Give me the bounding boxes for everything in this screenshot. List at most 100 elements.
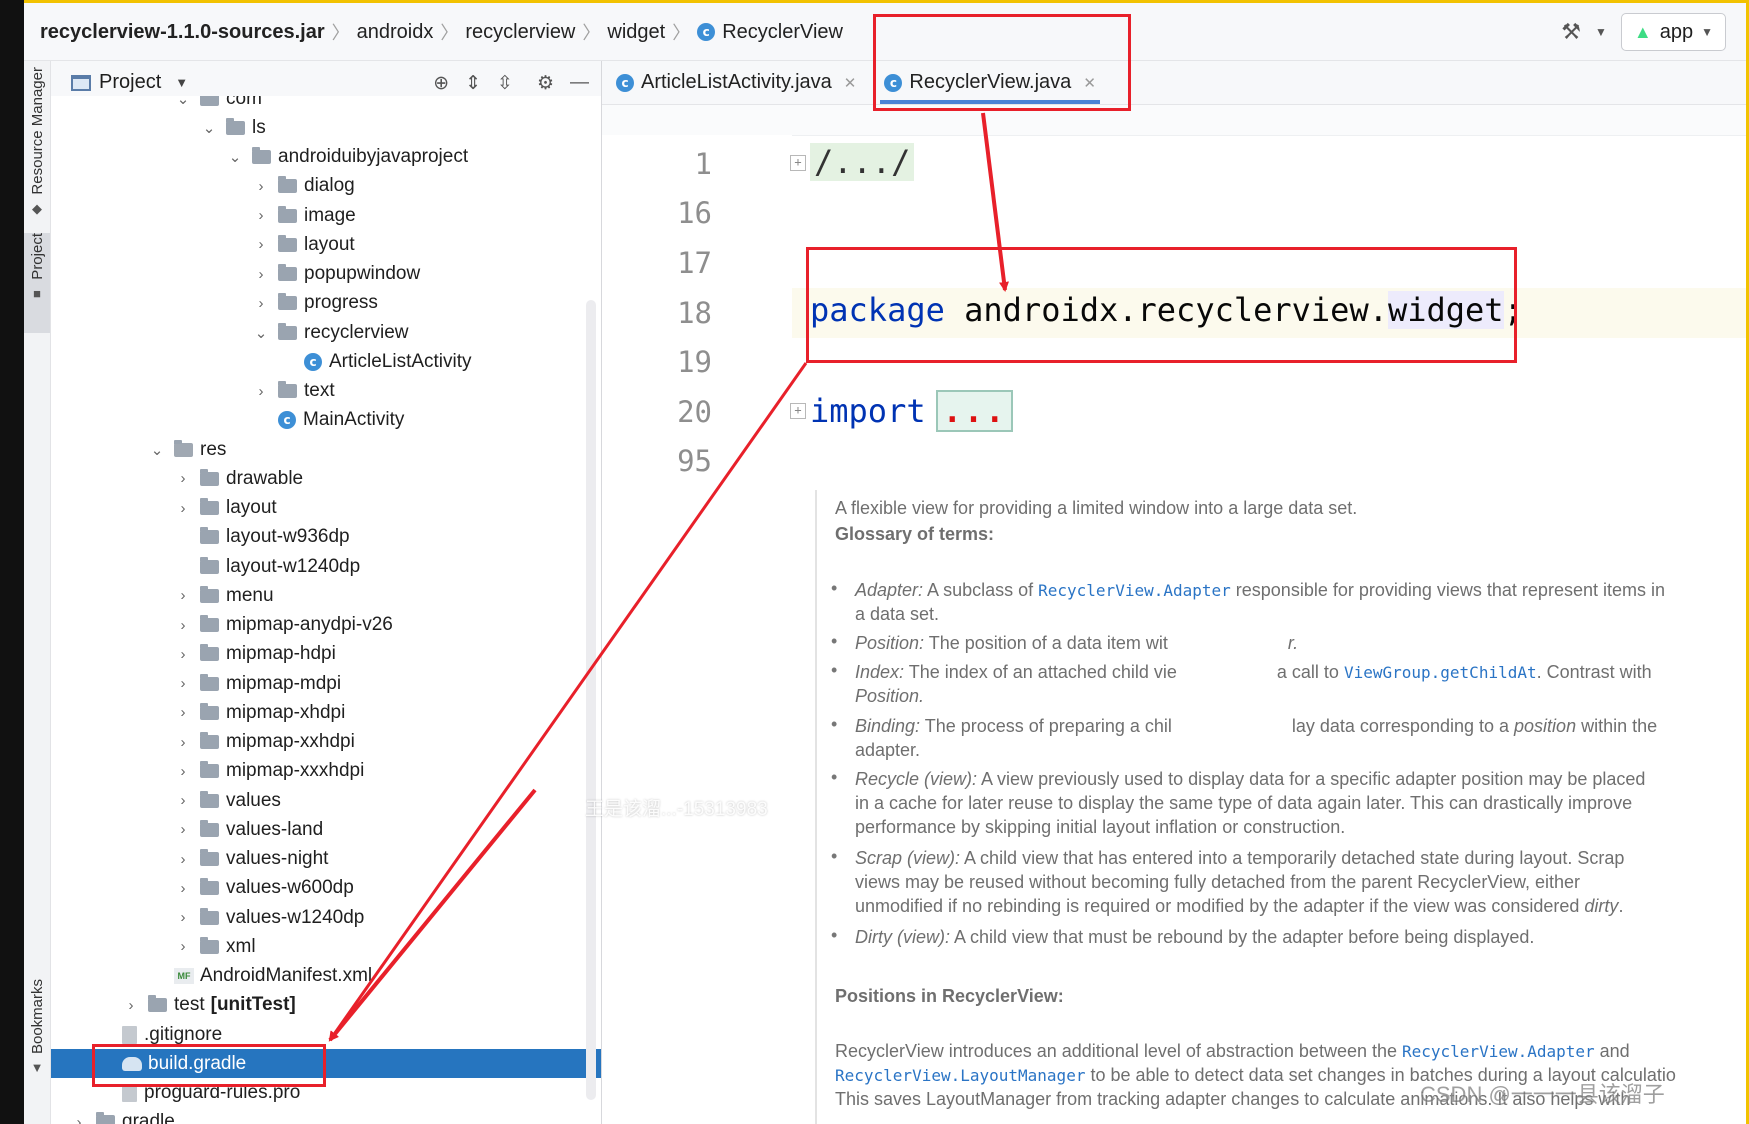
tree-item-layout-w1240dp[interactable]: layout-w1240dp [51, 552, 601, 581]
tree-item-text[interactable]: › text [51, 377, 601, 406]
chevron-right-icon[interactable]: › [174, 587, 192, 604]
tree-item-recyclerview[interactable]: ⌄ recyclerview [51, 318, 601, 347]
project-view-selector[interactable]: Project [99, 71, 161, 94]
tree-item-test[interactable]: › test [unitTest] [51, 991, 601, 1020]
chevron-right-icon[interactable]: › [174, 880, 192, 897]
run-configuration-select[interactable]: ▲ app ▼ [1620, 13, 1726, 51]
hide-panel-icon[interactable]: — [570, 72, 589, 94]
tree-item-ls[interactable]: ⌄ ls [51, 113, 601, 142]
chevron-right-icon[interactable]: › [174, 734, 192, 751]
chevron-right-icon[interactable]: › [252, 207, 270, 224]
close-icon[interactable]: ✕ [1083, 74, 1096, 92]
chevron-down-icon[interactable]: ⌄ [252, 324, 270, 342]
chevron-down-icon[interactable]: ⌄ [148, 441, 166, 459]
tool-tab-resource-manager[interactable]: Resource Manager ◆ [24, 67, 50, 217]
tree-item-values-w1240dp[interactable]: › values-w1240dp [51, 903, 601, 932]
close-icon[interactable]: ✕ [844, 74, 857, 92]
chevron-right-icon[interactable]: › [174, 792, 192, 809]
chevron-right-icon[interactable]: › [70, 1114, 88, 1124]
tree-item-res[interactable]: ⌄ res [51, 435, 601, 464]
chevron-right-icon[interactable]: › [174, 500, 192, 517]
breadcrumb-widget[interactable]: widget [607, 21, 665, 44]
tree-item-mipmap-xxhdpi[interactable]: › mipmap-xxhdpi [51, 728, 601, 757]
tree-item-layout[interactable]: › layout [51, 494, 601, 523]
tree-item-values-night[interactable]: › values-night [51, 845, 601, 874]
tree-item-proguard-rules-pro[interactable]: proguard-rules.pro [51, 1079, 601, 1108]
chevron-down-icon[interactable]: ▼ [175, 75, 188, 90]
chevron-right-icon[interactable]: › [174, 646, 192, 663]
tree-item-com[interactable]: ⌄ com [51, 96, 601, 113]
tree-item-layout-w936dp[interactable]: layout-w936dp [51, 523, 601, 552]
tree-item-popupwindow[interactable]: › popupwindow [51, 260, 601, 289]
doc-link[interactable]: RecyclerView.Adapter [1038, 581, 1231, 600]
chevron-right-icon[interactable]: › [252, 236, 270, 253]
tree-item-mipmap-hdpi[interactable]: › mipmap-hdpi [51, 640, 601, 669]
chevron-right-icon[interactable]: › [252, 266, 270, 283]
editor-tab-articlelistactivity[interactable]: c ArticleListActivity.java ✕ [602, 61, 870, 104]
chevron-right-icon[interactable]: › [252, 383, 270, 400]
chevron-right-icon[interactable]: › [252, 178, 270, 195]
tree-item-gitignore[interactable]: .gitignore [51, 1020, 601, 1049]
tree-item-values[interactable]: › values [51, 786, 601, 815]
breadcrumb-separator-icon: 〉 [440, 23, 459, 43]
tree-item-drawable[interactable]: › drawable [51, 464, 601, 493]
tree-item-mipmap-xxxhdpi[interactable]: › mipmap-xxxhdpi [51, 757, 601, 786]
breadcrumb-androidx[interactable]: androidx [357, 21, 434, 44]
tree-item-articlelistactivity[interactable]: c ArticleListActivity [51, 347, 601, 376]
tool-tab-project[interactable]: Project ■ [24, 233, 50, 333]
collapse-all-icon[interactable]: ⇳ [497, 72, 513, 95]
editor-tab-recyclerview[interactable]: c RecyclerView.java ✕ [870, 61, 1110, 104]
tree-item-androidmanifest-xml[interactable]: MF AndroidManifest.xml [51, 962, 601, 991]
locate-file-icon[interactable]: ⊕ [433, 72, 449, 95]
fold-expand-icon[interactable]: + [790, 403, 806, 419]
tree-item-gradle[interactable]: › gradle [51, 1108, 601, 1124]
project-tree-scrollbar[interactable] [586, 300, 596, 1100]
fold-expand-icon[interactable]: + [790, 155, 806, 171]
chevron-right-icon[interactable]: › [174, 938, 192, 955]
code-line-20[interactable]: import... [810, 390, 1014, 432]
tool-tab-bookmarks[interactable]: Bookmarks ▼ [24, 979, 50, 1075]
chevron-down-icon[interactable]: ⌄ [200, 119, 218, 137]
chevron-right-icon[interactable]: › [174, 909, 192, 926]
tree-item-mainactivity[interactable]: c MainActivity [51, 406, 601, 435]
chevron-right-icon[interactable]: › [174, 851, 192, 868]
doc-link[interactable]: RecyclerView.Adapter [1402, 1042, 1595, 1061]
tree-item-progress[interactable]: › progress [51, 289, 601, 318]
tree-item-layout[interactable]: › layout [51, 230, 601, 259]
chevron-right-icon[interactable]: › [174, 675, 192, 692]
tree-item-dialog[interactable]: › dialog [51, 172, 601, 201]
doc-link[interactable]: RecyclerView.LayoutManager [835, 1066, 1085, 1085]
chevron-right-icon[interactable]: › [252, 295, 270, 312]
tree-item-mipmap-mdpi[interactable]: › mipmap-mdpi [51, 669, 601, 698]
folded-header-comment[interactable]: /.../ [810, 143, 915, 181]
chevron-right-icon[interactable]: › [174, 763, 192, 780]
chevron-right-icon[interactable]: › [174, 821, 192, 838]
tree-item-menu[interactable]: › menu [51, 581, 601, 610]
gear-icon[interactable]: ⚙ [537, 72, 554, 95]
tree-item-mipmap-xhdpi[interactable]: › mipmap-xhdpi [51, 698, 601, 727]
chevron-right-icon[interactable]: › [174, 470, 192, 487]
expand-all-icon[interactable]: ⇕ [465, 72, 481, 95]
chevron-down-icon[interactable]: ▼ [1595, 25, 1607, 39]
chevron-down-icon[interactable]: ⌄ [174, 96, 192, 108]
tree-item-label: progress [304, 292, 378, 314]
tree-item-image[interactable]: › image [51, 201, 601, 230]
code-line-1[interactable]: /.../ [810, 143, 915, 181]
chevron-down-icon[interactable]: ⌄ [226, 148, 244, 166]
tree-item-values-w600dp[interactable]: › values-w600dp [51, 874, 601, 903]
chevron-right-icon[interactable]: › [174, 704, 192, 721]
tree-item-androiduibyjavaproject[interactable]: ⌄ androiduibyjavaproject [51, 143, 601, 172]
doc-link[interactable]: ViewGroup.getChildAt [1344, 663, 1537, 682]
breadcrumb-recyclerview[interactable]: recyclerview [465, 21, 575, 44]
tree-item-build-gradle[interactable]: build.gradle [51, 1049, 601, 1079]
breadcrumb-class[interactable]: c RecyclerView [697, 21, 843, 44]
build-hammer-icon[interactable]: ⚒ [1561, 19, 1581, 45]
tree-item-xml[interactable]: › xml [51, 932, 601, 961]
code-line-18[interactable]: package androidx.recyclerview.widget; [810, 291, 1523, 329]
folded-imports[interactable]: ... [935, 390, 1014, 432]
tree-item-mipmap-anydpi-v26[interactable]: › mipmap-anydpi-v26 [51, 611, 601, 640]
chevron-right-icon[interactable]: › [122, 997, 140, 1014]
chevron-right-icon[interactable]: › [174, 617, 192, 634]
tree-item-values-land[interactable]: › values-land [51, 815, 601, 844]
breadcrumb-jar[interactable]: recyclerview-1.1.0-sources.jar [40, 21, 325, 44]
